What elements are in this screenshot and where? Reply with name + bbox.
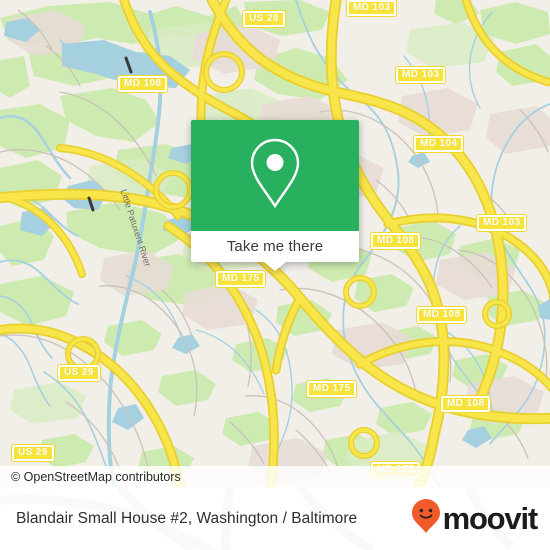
footer-content: Blandair Small House #2, Washington / Ba… [0,487,550,550]
road-shield[interactable]: MD 108 [415,306,468,324]
road-shield[interactable]: US 29 [11,444,55,462]
map-pin-icon [246,136,304,215]
attribution-text[interactable]: © OpenStreetMap contributors [11,470,181,484]
popup-tail [264,262,286,271]
moovit-smiley-pin-icon [411,498,441,539]
road-shield[interactable]: MD 108 [116,75,169,93]
popup-header [191,120,359,231]
road-shield[interactable]: US 29 [242,10,286,28]
screenshot-root: US 29 MD 103 MD 103 MD 108 MD 104 MD 103… [0,0,550,550]
moovit-logo[interactable]: moovit [411,498,539,539]
road-shield[interactable]: MD 103 [475,214,528,232]
map-attribution: © OpenStreetMap contributors [0,466,550,487]
road-shield[interactable]: MD 104 [412,135,465,153]
popup-action[interactable]: Take me there [191,231,359,271]
moovit-wordmark: moovit [442,501,539,536]
road-shield[interactable]: MD 175 [305,380,358,398]
popup-action-label: Take me there [226,238,324,255]
footer-bar: Blandair Small House #2, Washington / Ba… [0,487,550,550]
road-shield[interactable]: US 29 [57,364,101,382]
map-canvas[interactable]: US 29 MD 103 MD 103 MD 108 MD 104 MD 103… [0,0,550,487]
road-shield[interactable]: MD 175 [214,270,267,288]
road-shield[interactable]: MD 108 [369,232,422,250]
location-popup[interactable]: Take me there [191,120,359,271]
road-shield[interactable]: MD 103 [394,66,447,84]
road-shield[interactable]: MD 103 [345,0,398,17]
road-shield[interactable]: MD 108 [439,395,492,413]
place-title: Blandair Small House #2, Washington / Ba… [16,509,358,527]
